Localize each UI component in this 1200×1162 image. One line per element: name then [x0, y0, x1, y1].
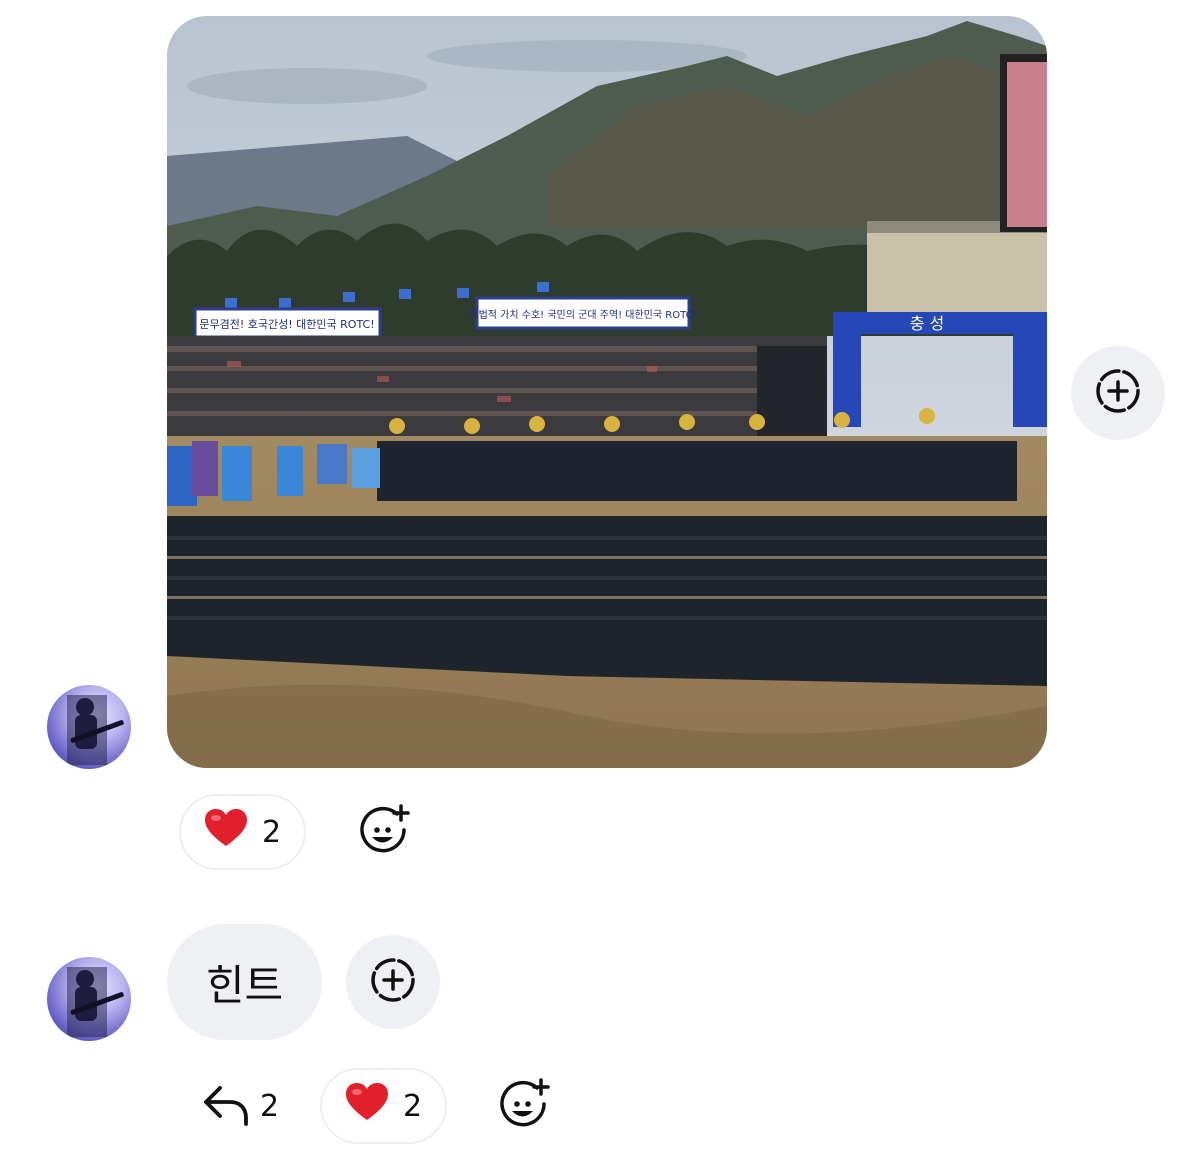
reply-arrow-icon	[200, 1082, 252, 1130]
smiley-plus-icon	[357, 804, 411, 862]
sender-avatar[interactable]	[47, 685, 131, 769]
add-emoji-button[interactable]	[495, 1078, 553, 1136]
add-reaction-button[interactable]	[1071, 346, 1165, 440]
smiley-plus-icon	[497, 1078, 551, 1136]
photo-message[interactable]: 문무겸전! 호국간성! 대한민국 ROTC! 헌법적 가치 수호! 국민의 군대…	[167, 16, 1047, 768]
heart-reaction-chip[interactable]: 2	[179, 794, 306, 870]
add-circle-dashed-icon	[369, 956, 417, 1008]
sender-avatar[interactable]	[47, 957, 131, 1041]
heart-icon	[345, 1082, 389, 1130]
text-message-bubble[interactable]: 힌트	[167, 924, 322, 1040]
reaction-count: 2	[402, 1088, 423, 1124]
heart-reaction-chip[interactable]: 2	[320, 1068, 447, 1144]
reply-count: 2	[260, 1088, 280, 1124]
heart-icon	[204, 808, 248, 856]
add-circle-dashed-icon	[1094, 367, 1142, 419]
add-emoji-button[interactable]	[355, 804, 413, 862]
reaction-count: 2	[261, 814, 282, 850]
message-text: 힌트	[205, 960, 284, 1010]
arch-top-text: 충 성	[910, 314, 945, 333]
banner-center-text: 헌법적 가치 수호! 국민의 군대 주역! 대한민국 ROTC!	[469, 309, 696, 321]
banner-left-text: 문무겸전! 호국간성! 대한민국 ROTC!	[199, 318, 374, 331]
ceremony-photo: 문무겸전! 호국간성! 대한민국 ROTC! 헌법적 가치 수호! 국민의 군대…	[167, 16, 1047, 768]
add-reaction-button[interactable]	[346, 935, 440, 1029]
replies-button[interactable]: 2	[200, 1080, 279, 1132]
